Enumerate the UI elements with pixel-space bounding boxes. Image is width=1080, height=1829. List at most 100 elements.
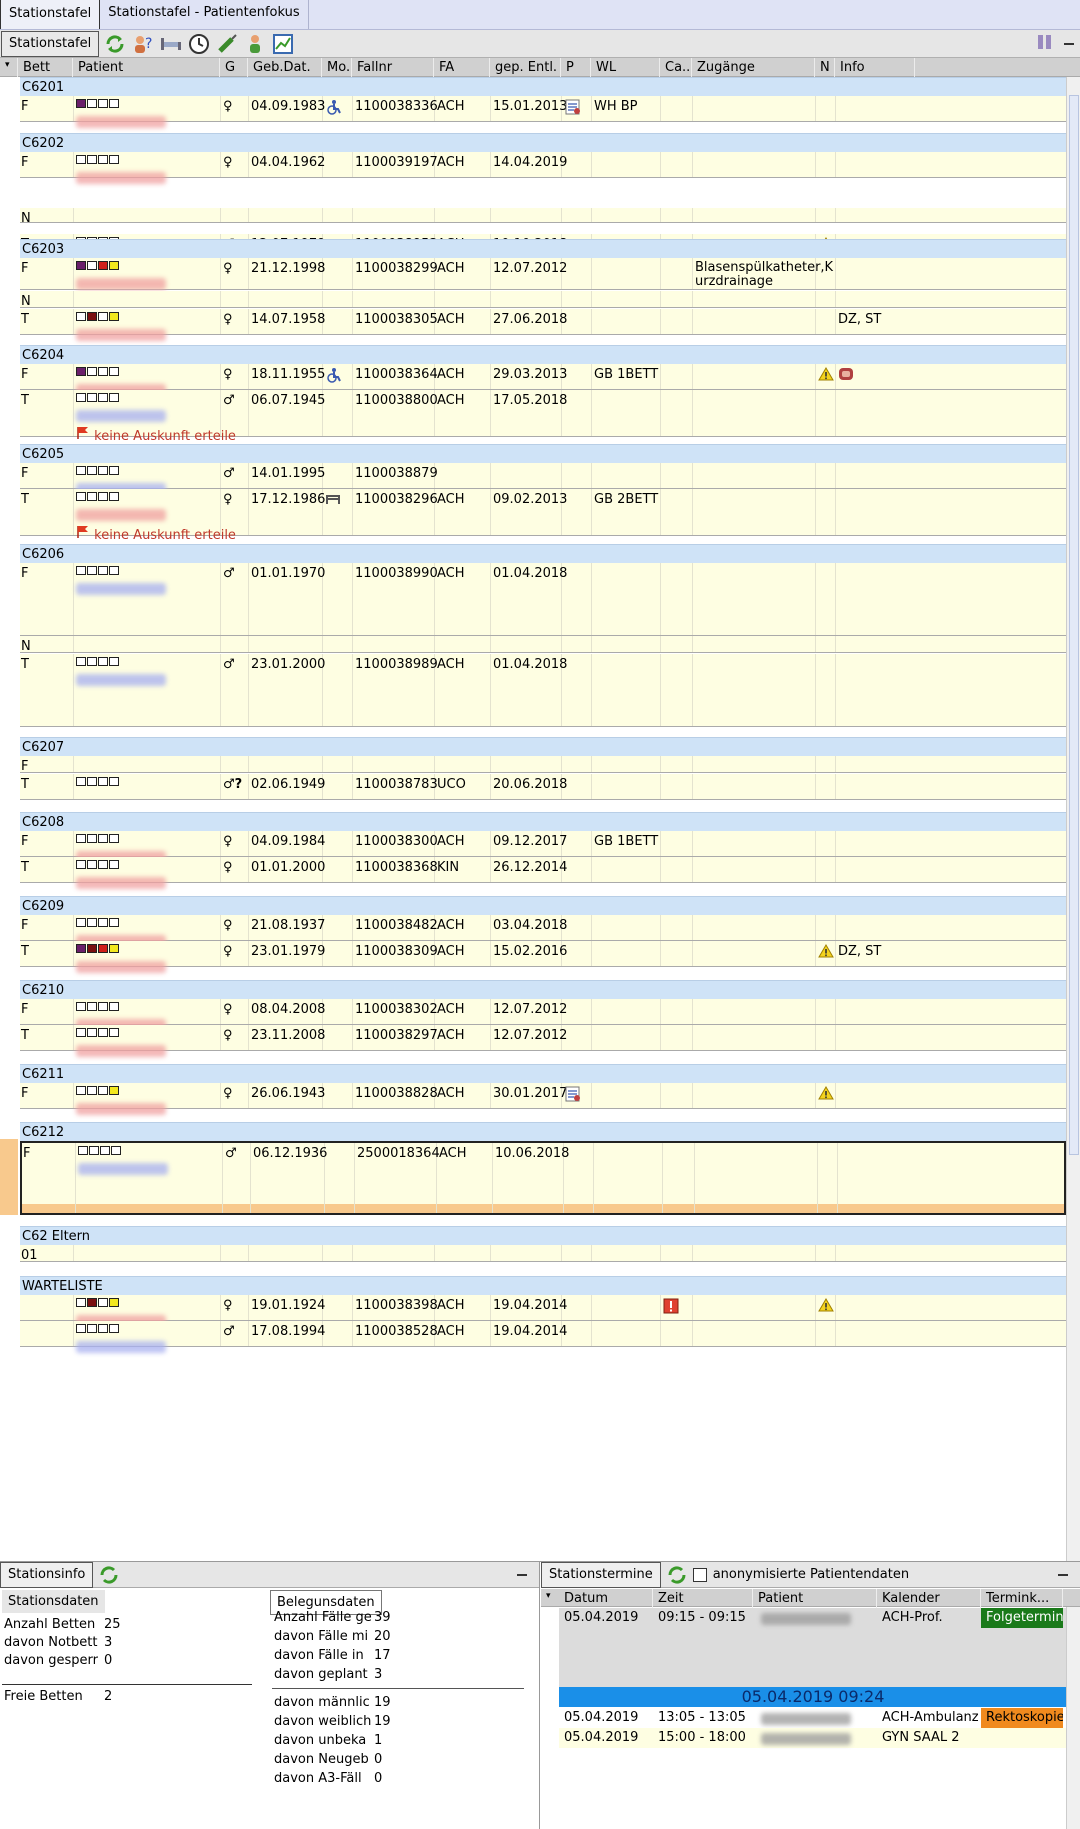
p-cell[interactable] xyxy=(561,1083,585,1109)
patient-cell[interactable] xyxy=(73,563,169,598)
room-header[interactable]: C6212 xyxy=(20,1122,1066,1141)
bed-row[interactable]: N xyxy=(20,636,1066,654)
col-bett-header[interactable]: Bett xyxy=(18,58,73,77)
patient-cell[interactable] xyxy=(73,258,169,293)
sort-menu-icon[interactable]: ▾ xyxy=(0,58,18,77)
col-ca-header[interactable]: Ca... xyxy=(660,58,692,77)
refresh-icon[interactable] xyxy=(665,1564,689,1586)
bed-row[interactable]: F ♀ 08.04.2008 1100038302 ACH 12.07.2012 xyxy=(20,999,1066,1031)
minimize-icon[interactable] xyxy=(1064,43,1074,45)
refresh-icon[interactable] xyxy=(97,1564,121,1586)
patient-cell[interactable] xyxy=(73,941,169,976)
col-info-header[interactable]: Info xyxy=(835,58,915,77)
n-cell[interactable] xyxy=(815,364,837,388)
info-cell[interactable] xyxy=(835,364,857,388)
bed-row[interactable]: T ♂ 23.01.2000 1100038989 ACH 01.04.2018 xyxy=(20,654,1066,727)
patient-cell[interactable] xyxy=(75,1143,171,1178)
patient-cell[interactable] xyxy=(73,857,169,892)
n-cell[interactable] xyxy=(815,1083,837,1107)
stationstafel-button[interactable]: Stationstafel xyxy=(1,30,100,57)
patient-question-icon[interactable]: ? xyxy=(131,33,155,55)
bed-row[interactable]: F ♀ 26.06.1943 1100038828 ACH 30.01.2017 xyxy=(20,1083,1066,1115)
patient-cell[interactable] xyxy=(73,1083,169,1118)
room-header[interactable]: C6208 xyxy=(20,812,1066,831)
bed-row[interactable]: ♀ 19.01.1924 1100038398 ACH 19.04.2014 xyxy=(20,1295,1066,1327)
scrollbar-thumb[interactable] xyxy=(1069,95,1079,1155)
n-cell[interactable] xyxy=(815,941,837,965)
bed-row[interactable]: T ♀ 23.01.1979 1100038309 ACH 15.02.2016 DZ, S… xyxy=(20,941,1066,973)
bed-row[interactable]: F ♂ 01.01.1970 1100038990 ACH 01.04.2018 xyxy=(20,563,1066,636)
bed-row[interactable]: F ♀ 21.12.1998 1100038299 ACH 12.07.2012 Blase… xyxy=(20,258,1066,290)
room-header[interactable]: C6201 xyxy=(20,77,1066,96)
bed-row[interactable]: F ♀ 04.04.1962 1100039197 ACH 14.04.2019 xyxy=(20,152,1066,184)
bed-row[interactable]: N xyxy=(20,208,1066,226)
bed-row[interactable]: T ♀ 01.01.2000 1100038368 KIN 26.12.2014 xyxy=(20,857,1066,889)
room-header[interactable]: C6203 xyxy=(20,239,1066,258)
bed-row[interactable]: T keine Auskunft erteile ♀ 17.12.1986 11000… xyxy=(20,489,1066,543)
room-header[interactable]: C6207 xyxy=(20,737,1066,756)
room-header[interactable]: C6205 xyxy=(20,444,1066,463)
anonymize-checkbox[interactable] xyxy=(692,1567,707,1582)
patient-cell[interactable] xyxy=(73,96,169,131)
termine-col-header[interactable]: Datum xyxy=(559,1589,653,1608)
room-header[interactable]: C6209 xyxy=(20,896,1066,915)
col-fallnr-header[interactable]: Fallnr xyxy=(352,58,434,77)
bed-row[interactable]: F ♂ 06.12.1936 2500018364 ACH 10.06.2018 xyxy=(20,1141,1066,1215)
tab-stationstafel[interactable]: Stationstafel xyxy=(0,0,101,29)
col-fa-header[interactable]: FA xyxy=(434,58,490,77)
bed-row[interactable]: T ♂? 02.06.1949 1100038783 UCO 20.06.2018 xyxy=(20,774,1066,800)
termin-row[interactable]: 05.04.2019 13:05 - 13:05 ACH-Ambulanz Rekto… xyxy=(559,1708,1067,1728)
room-header[interactable]: C6211 xyxy=(20,1064,1066,1083)
col-g-header[interactable]: G xyxy=(220,58,248,77)
patient-cell[interactable]: keine Auskunft erteile xyxy=(73,390,239,447)
stationsinfo-tab[interactable]: Stationsinfo xyxy=(0,1561,94,1588)
sort-menu-icon[interactable]: ▾ xyxy=(541,1589,556,1603)
termine-col-header[interactable]: Patient xyxy=(753,1589,877,1608)
bed-row[interactable]: F ♀ 04.09.1984 1100038300 ACH 09.12.2017 GB 1B… xyxy=(20,831,1066,863)
room-header[interactable]: WARTELISTE xyxy=(20,1276,1066,1295)
bed-row[interactable]: F ♀ 21.08.1937 1100038482 ACH 03.04.2018 xyxy=(20,915,1066,947)
clock-icon[interactable] xyxy=(187,33,211,55)
bed-row[interactable]: T ♀ 23.11.2008 1100038297 ACH 12.07.2012 xyxy=(20,1025,1066,1057)
bed-row[interactable]: F ♂ 14.01.1995 1100038879 xyxy=(20,463,1066,495)
vertical-scrollbar[interactable] xyxy=(1066,77,1080,1561)
bed-row[interactable]: 01 xyxy=(20,1245,1066,1263)
pause-icon[interactable] xyxy=(1036,33,1054,55)
col-wl-header[interactable]: WL xyxy=(591,58,660,77)
room-header[interactable]: C6204 xyxy=(20,345,1066,364)
bed-row[interactable]: T keine Auskunft erteile ♂ 06.07.1945 11000… xyxy=(20,390,1066,444)
patient-cell[interactable] xyxy=(73,1321,169,1356)
termin-row[interactable]: 05.04.2019 09:15 - 09:15 ACH-Prof. Folgeter… xyxy=(559,1608,1067,1693)
chart-icon[interactable] xyxy=(271,33,295,55)
bed-row[interactable]: F xyxy=(20,756,1066,774)
bed-row[interactable]: T ♀ 14.07.1958 1100038305 ACH 27.06.2018 DZ, S… xyxy=(20,309,1066,341)
bed-row[interactable]: F ♀ 18.11.1955 1100038364 ACH 29.03.2013 GB 1B… xyxy=(20,364,1066,396)
room-header[interactable]: C6202 xyxy=(20,133,1066,152)
minimize-icon[interactable] xyxy=(517,1574,527,1576)
patient-cell[interactable] xyxy=(73,774,123,795)
bed-row[interactable]: ♂ 17.08.1994 1100038528 ACH 19.04.2014 xyxy=(20,1321,1066,1353)
termine-col-header[interactable]: Zeit xyxy=(653,1589,753,1608)
patient-cell[interactable] xyxy=(73,152,169,187)
patient-cell[interactable] xyxy=(73,1025,169,1060)
room-header[interactable]: C6206 xyxy=(20,544,1066,563)
minimize-icon[interactable] xyxy=(1058,1574,1068,1576)
tab-patientenfokus[interactable]: Stationstafel - Patientenfokus xyxy=(100,0,309,29)
termine-col-header[interactable]: Kalender xyxy=(877,1589,981,1608)
room-header[interactable]: C62 Eltern xyxy=(20,1226,1066,1245)
stationsdaten-tab[interactable]: Stationsdaten xyxy=(2,1590,105,1613)
col-patient-header[interactable]: Patient xyxy=(73,58,220,77)
n-cell[interactable] xyxy=(815,1295,837,1319)
col-entl-header[interactable]: gep. Entl. xyxy=(490,58,561,77)
bed-row[interactable]: F ♀ 04.09.1983 1100038336 ACH 15.01.2013 WH BP xyxy=(20,96,1066,128)
col-p-header[interactable]: P xyxy=(561,58,591,77)
refresh-icon[interactable] xyxy=(103,33,127,55)
p-cell[interactable] xyxy=(561,96,585,122)
bed-row[interactable]: N xyxy=(20,291,1066,309)
ca-cell[interactable] xyxy=(660,1295,682,1321)
person-icon[interactable] xyxy=(243,33,267,55)
bed-icon[interactable] xyxy=(159,33,183,55)
syringe-icon[interactable] xyxy=(215,33,239,55)
patient-cell[interactable] xyxy=(73,654,169,689)
col-mobil-header[interactable]: Mo.. xyxy=(322,58,352,77)
